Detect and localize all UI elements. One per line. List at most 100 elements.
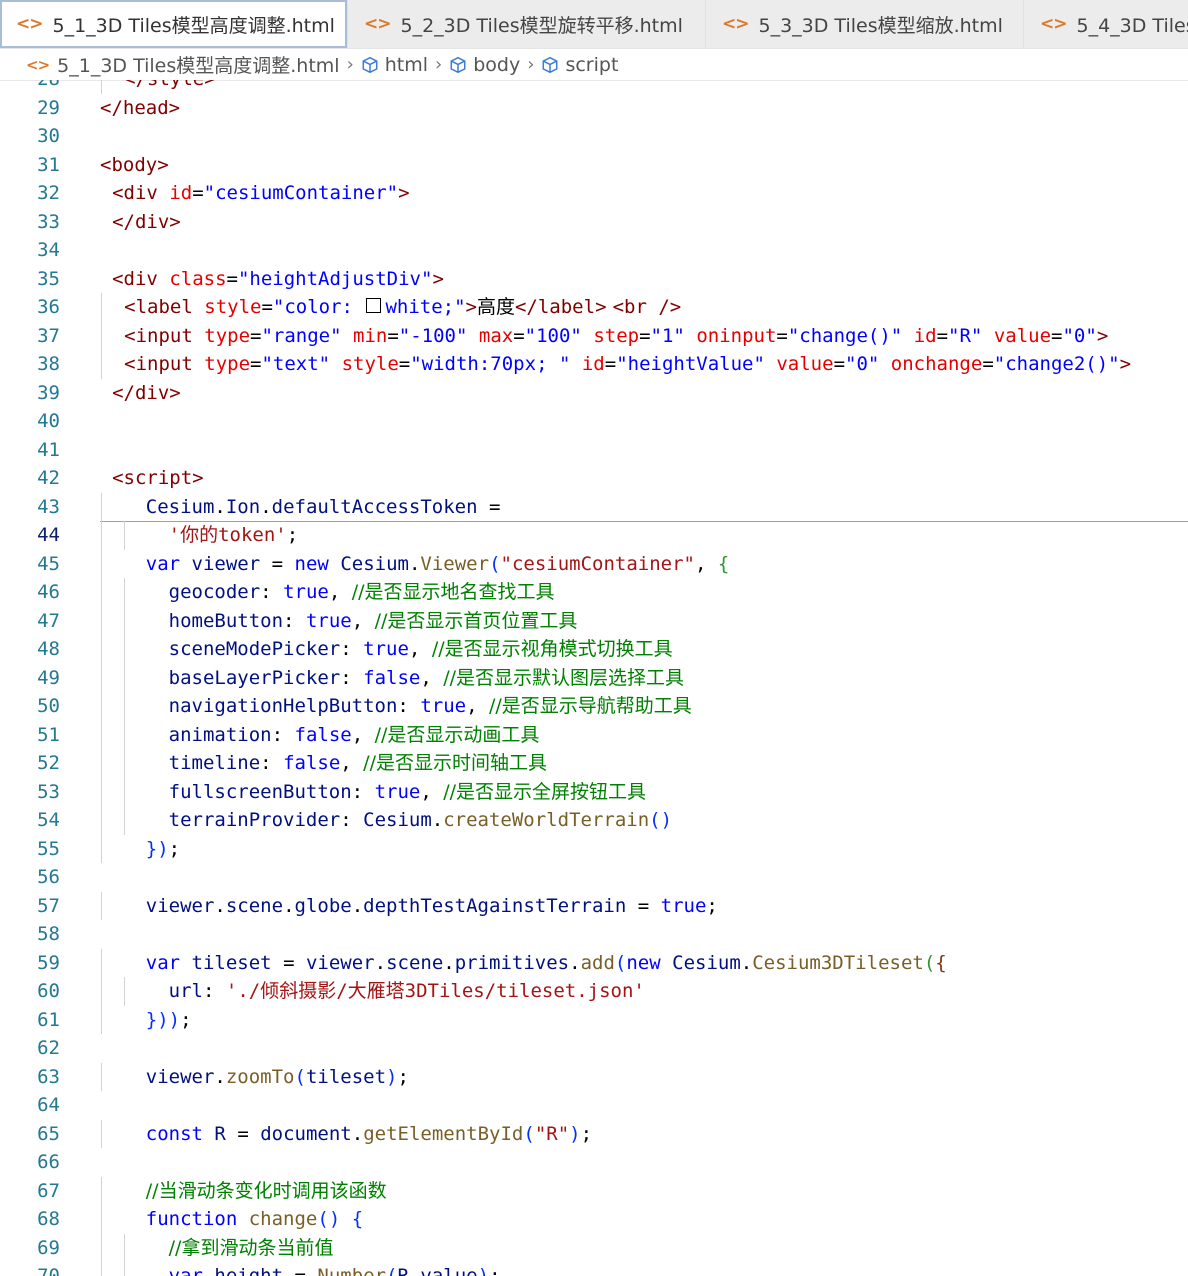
line-number[interactable]: 50: [0, 692, 60, 721]
code-line[interactable]: 37 <input type="range" min="-100" max="1…: [0, 321, 1188, 351]
breadcrumb-body[interactable]: body: [449, 54, 520, 76]
line-number[interactable]: 42: [0, 464, 60, 493]
code-line[interactable]: 28 </style>: [0, 80, 1188, 94]
code-line[interactable]: 30: [0, 122, 1188, 151]
line-number[interactable]: 69: [0, 1234, 60, 1263]
code-line[interactable]: 49 baseLayerPicker: false, //是否显示默认图层选择工…: [0, 663, 1188, 693]
code-line[interactable]: 39 </div>: [0, 379, 1188, 408]
code-line[interactable]: 35 <div class="heightAdjustDiv">: [0, 265, 1188, 294]
editor-tab[interactable]: <> 5_4_3D Tiles模: [1024, 0, 1188, 48]
code-line[interactable]: 63 viewer.zoomTo(tileset);: [0, 1062, 1188, 1092]
line-number[interactable]: 34: [0, 236, 60, 265]
code-line[interactable]: 67 //当滑动条变化时调用该函数: [0, 1176, 1188, 1206]
line-number[interactable]: 54: [0, 806, 60, 835]
line-number[interactable]: 57: [0, 892, 60, 921]
breadcrumb-html[interactable]: html: [361, 54, 428, 76]
line-number[interactable]: 38: [0, 350, 60, 379]
line-number[interactable]: 33: [0, 208, 60, 237]
code-text: </div>: [112, 381, 181, 404]
line-number[interactable]: 63: [0, 1063, 60, 1092]
line-number[interactable]: 39: [0, 379, 60, 408]
code-editor[interactable]: 28 </style>29</head>3031<body>32 <div id…: [0, 80, 1188, 1276]
line-number[interactable]: 40: [0, 407, 60, 436]
code-line[interactable]: 42 <script>: [0, 464, 1188, 493]
line-number[interactable]: 35: [0, 265, 60, 294]
line-number[interactable]: 47: [0, 607, 60, 636]
code-line[interactable]: 58: [0, 920, 1188, 949]
code-line[interactable]: 69 //拿到滑动条当前值: [0, 1233, 1188, 1263]
code-line[interactable]: 43 Cesium.Ion.defaultAccessToken =: [0, 492, 1188, 522]
code-line[interactable]: 45 var viewer = new Cesium.Viewer("cesiu…: [0, 549, 1188, 579]
line-number[interactable]: 29: [0, 94, 60, 123]
code-line[interactable]: 55 });: [0, 834, 1188, 864]
code-line[interactable]: 38 <input type="text" style="width:70px;…: [0, 350, 1188, 379]
line-number[interactable]: 56: [0, 863, 60, 892]
line-number[interactable]: 59: [0, 949, 60, 978]
code-line[interactable]: 59 var tileset = viewer.scene.primitives…: [0, 948, 1188, 978]
code-line[interactable]: 53 fullscreenButton: true, //是否显示全屏按钮工具: [0, 777, 1188, 807]
line-number[interactable]: 66: [0, 1148, 60, 1177]
code-line[interactable]: 70 var height = Number(R.value);: [0, 1262, 1188, 1276]
line-number[interactable]: 36: [0, 293, 60, 322]
code-line[interactable]: 48 sceneModePicker: true, //是否显示视角模式切换工具: [0, 635, 1188, 664]
line-number[interactable]: 55: [0, 835, 60, 864]
line-number[interactable]: 45: [0, 550, 60, 579]
line-number[interactable]: 64: [0, 1091, 60, 1120]
line-number[interactable]: 46: [0, 578, 60, 607]
code-line[interactable]: 51 animation: false, //是否显示动画工具: [0, 720, 1188, 750]
line-number[interactable]: 53: [0, 778, 60, 807]
code-line[interactable]: 33 </div>: [0, 208, 1188, 237]
code-line[interactable]: 66: [0, 1148, 1188, 1177]
line-number[interactable]: 52: [0, 749, 60, 778]
line-number[interactable]: 30: [0, 122, 60, 151]
breadcrumb-file[interactable]: <> 5_1_3D Tiles模型高度调整.html: [26, 51, 340, 78]
line-number[interactable]: 44: [0, 521, 60, 550]
code-line[interactable]: 47 homeButton: true, //是否显示首页位置工具: [0, 606, 1188, 636]
line-number[interactable]: 48: [0, 635, 60, 664]
code-line[interactable]: 31 <body>: [0, 151, 1188, 180]
code-line[interactable]: 44 '你的token';: [0, 521, 1188, 550]
code-line[interactable]: 32 <div id="cesiumContainer">: [0, 179, 1188, 208]
code-line[interactable]: 56: [0, 863, 1188, 892]
editor-tab[interactable]: <> 5_3_3D Tiles模型缩放.html: [706, 0, 1024, 48]
line-number[interactable]: 60: [0, 977, 60, 1006]
code-line[interactable]: 60 url: './倾斜摄影/大雁塔3DTiles/tileset.json': [0, 977, 1188, 1006]
line-number[interactable]: 43: [0, 493, 60, 522]
code-line[interactable]: 68 function change() {: [0, 1205, 1188, 1234]
code-line[interactable]: 57 viewer.scene.globe.depthTestAgainstTe…: [0, 891, 1188, 921]
code-line[interactable]: 41: [0, 436, 1188, 465]
code-line[interactable]: 65 const R = document.getElementById("R"…: [0, 1119, 1188, 1149]
breadcrumb-script[interactable]: script: [541, 54, 618, 76]
code-line[interactable]: 62: [0, 1034, 1188, 1063]
code-line[interactable]: 40: [0, 407, 1188, 436]
line-number[interactable]: 49: [0, 664, 60, 693]
line-number[interactable]: 62: [0, 1034, 60, 1063]
code-line[interactable]: 50 navigationHelpButton: true, //是否显示导航帮…: [0, 692, 1188, 721]
editor-tab[interactable]: <> 5_1_3D Tiles模型高度调整.html: [0, 0, 348, 48]
line-number[interactable]: 32: [0, 179, 60, 208]
code-line[interactable]: 46 geocoder: true, //是否显示地名查找工具: [0, 578, 1188, 607]
line-number[interactable]: 31: [0, 151, 60, 180]
code-line[interactable]: 52 timeline: false, //是否显示时间轴工具: [0, 749, 1188, 778]
code-line[interactable]: 34: [0, 236, 1188, 265]
line-number[interactable]: 65: [0, 1120, 60, 1149]
code-line[interactable]: 36 <label style="color: white;">高度</labe…: [0, 293, 1188, 322]
code-text: <label style="color: white;">高度</label> …: [124, 296, 682, 318]
line-number[interactable]: 61: [0, 1006, 60, 1035]
breadcrumb-label: html: [384, 53, 429, 76]
line-number[interactable]: 68: [0, 1205, 60, 1234]
line-number[interactable]: 37: [0, 322, 60, 351]
code-line[interactable]: 29 </head>: [0, 94, 1188, 123]
code-line[interactable]: 61 }));: [0, 1005, 1188, 1035]
line-number[interactable]: 51: [0, 721, 60, 750]
editor-tab[interactable]: <> 5_2_3D Tiles模型旋转平移.html: [348, 0, 706, 48]
line-number[interactable]: 58: [0, 920, 60, 949]
line-number[interactable]: 67: [0, 1177, 60, 1206]
line-number[interactable]: 41: [0, 436, 60, 465]
tab-label: 5_4_3D Tiles模: [1076, 14, 1188, 37]
code-line[interactable]: 54 terrainProvider: Cesium.createWorldTe…: [0, 806, 1188, 835]
line-number[interactable]: 28: [0, 80, 60, 94]
code-line[interactable]: 64: [0, 1091, 1188, 1120]
line-number[interactable]: 70: [0, 1262, 60, 1276]
code-text: </div>: [112, 210, 181, 233]
